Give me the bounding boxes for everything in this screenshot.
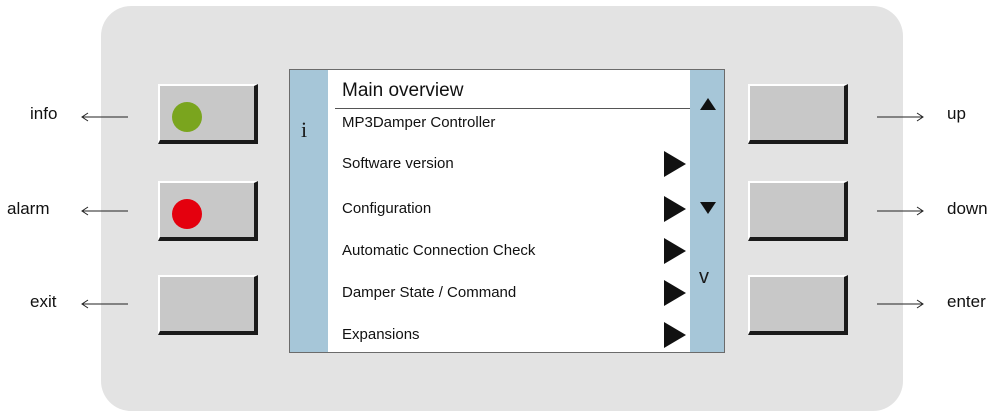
- red-led-icon: [172, 199, 202, 229]
- scroll-up-icon: [699, 97, 717, 116]
- info-icon: i: [301, 117, 308, 142]
- menu-item-automatic-connection-check[interactable]: Automatic Connection Check: [342, 236, 692, 266]
- play-arrow-icon: [662, 149, 688, 184]
- play-arrow-icon: [662, 236, 688, 271]
- scroll-down-icon: [699, 201, 717, 220]
- menu-item-label: Software version: [342, 155, 454, 172]
- alarm-button[interactable]: [158, 181, 258, 241]
- green-led-icon: [172, 102, 202, 132]
- info-label: info: [30, 104, 58, 123]
- menu-item-expansions[interactable]: Expansions: [342, 320, 692, 350]
- lcd-screen: i Main overview MP3Damper Controller Sof…: [289, 69, 725, 353]
- play-arrow-icon: [662, 278, 688, 313]
- menu-item-label: Automatic Connection Check: [342, 242, 536, 259]
- info-button[interactable]: [158, 84, 258, 144]
- up-button[interactable]: [748, 84, 848, 144]
- arrow-right-icon: [877, 111, 925, 123]
- play-arrow-icon: [662, 320, 688, 355]
- up-label: up: [947, 104, 966, 123]
- menu-item-damper-state-command[interactable]: Damper State / Command: [342, 278, 692, 308]
- exit-label: exit: [30, 292, 57, 311]
- menu-item-software-version[interactable]: Software version: [342, 149, 692, 179]
- arrow-right-icon: [877, 205, 925, 217]
- arrow-left-icon: [80, 205, 128, 217]
- arrow-left-icon: [80, 298, 128, 310]
- arrow-right-icon: [877, 298, 925, 310]
- info-bar: i: [290, 70, 328, 352]
- menu-item-configuration[interactable]: Configuration: [342, 194, 692, 224]
- screen-subtitle: MP3Damper Controller: [342, 114, 496, 131]
- exit-button[interactable]: [158, 275, 258, 335]
- enter-label: enter: [947, 292, 986, 311]
- menu-item-label: Configuration: [342, 200, 432, 217]
- down-button[interactable]: [748, 181, 848, 241]
- play-arrow-icon: [662, 194, 688, 229]
- alarm-label: alarm: [7, 199, 50, 218]
- menu-item-label: Damper State / Command: [342, 284, 517, 301]
- chevron-down-icon: v: [699, 266, 709, 288]
- navigation-bar: v: [690, 70, 724, 352]
- title-divider: [335, 108, 692, 109]
- menu-item-label: Expansions: [342, 326, 420, 343]
- arrow-left-icon: [80, 111, 128, 123]
- screen-title: Main overview: [342, 80, 464, 101]
- down-label: down: [947, 199, 988, 218]
- enter-button[interactable]: [748, 275, 848, 335]
